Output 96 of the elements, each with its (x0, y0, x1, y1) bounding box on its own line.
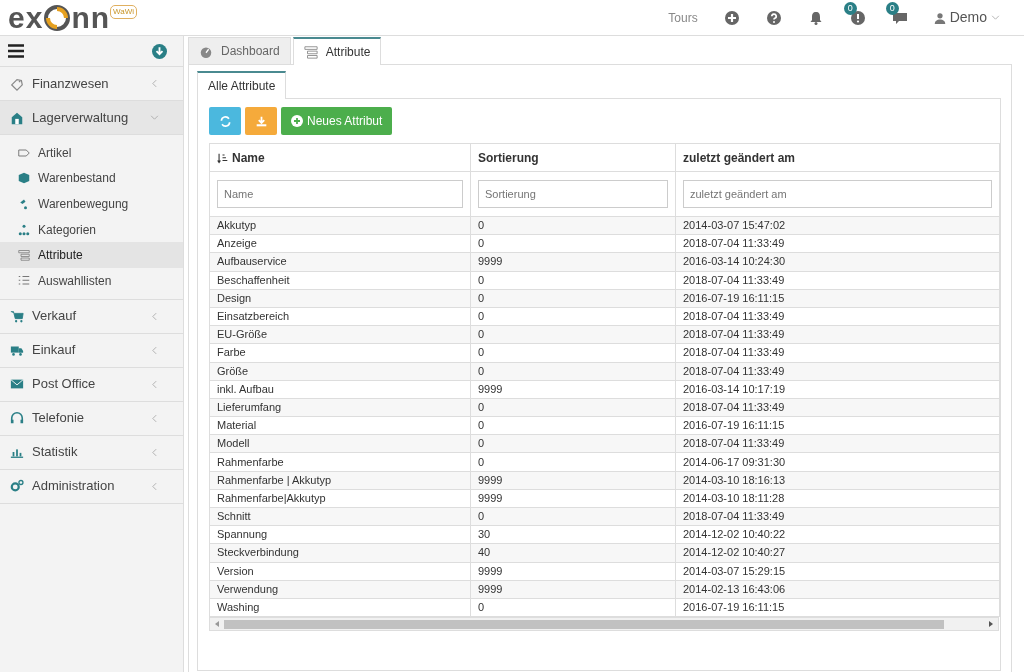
table-cell: Farbe (209, 343, 471, 362)
checklist-icon (18, 274, 30, 287)
tag-icon (18, 146, 30, 159)
tag-icon (10, 76, 24, 91)
table-cell: 0 (470, 271, 676, 290)
sidebar-subitem[interactable]: Warenbestand (0, 165, 183, 192)
headset-icon (10, 411, 24, 426)
chat-icon[interactable] (891, 10, 908, 27)
table-cell: Beschaffenheit (209, 271, 471, 290)
table-cell: 2018-07-04 11:33:49 (675, 307, 1000, 326)
chevron-icon (150, 311, 159, 321)
user-icon (933, 11, 946, 24)
column-header[interactable]: Sortierung (470, 143, 676, 172)
table-cell: 0 (470, 416, 676, 435)
download-icon[interactable] (152, 43, 167, 59)
table-cell: 9999 (470, 380, 676, 399)
table-cell: 2014-06-17 09:31:30 (675, 452, 1000, 472)
sidebar-subitem[interactable]: Kategorien (0, 216, 183, 243)
table-cell: 2016-03-14 10:17:19 (675, 380, 1000, 399)
table-cell: 0 (470, 307, 676, 326)
table-cell: 0 (470, 343, 676, 362)
add-icon (291, 115, 303, 127)
table-cell: Rahmenfarbe|Akkutyp (209, 489, 471, 508)
table-cell: 2018-07-04 11:33:49 (675, 343, 1000, 362)
logo-text: nn (71, 2, 111, 33)
sidebar-item[interactable]: Post Office (0, 367, 183, 402)
chevron-icon (150, 447, 159, 457)
house-icon (10, 110, 24, 125)
swirl-icon (43, 3, 72, 32)
count-badge: 0 (843, 1, 857, 15)
table-cell: inkl. Aufbau (209, 380, 471, 399)
logo-badge: WaWi (110, 4, 138, 19)
caret-icon (991, 13, 1000, 22)
menu-icon[interactable] (8, 44, 24, 58)
cube-icon (18, 172, 30, 185)
hierarchy-icon (18, 223, 30, 236)
table-cell: 2014-12-02 10:40:22 (675, 525, 1000, 544)
table-cell: 0 (470, 598, 676, 617)
table-cell: Version (209, 562, 471, 581)
gears-icon (10, 479, 24, 494)
user-menu[interactable]: Demo (933, 7, 1000, 28)
filter-field[interactable]: Sortierung (478, 180, 668, 208)
table-cell: 9999 (470, 489, 676, 508)
column-header[interactable]: Name (209, 143, 471, 172)
table-cell: 2014-03-07 15:29:15 (675, 562, 1000, 581)
table-cell: 9999 (470, 562, 676, 581)
filter-field[interactable]: Name (217, 180, 463, 208)
sidebar-subitem[interactable]: Attribute (0, 242, 183, 268)
table-cell: 0 (470, 234, 676, 253)
sidebar-item[interactable]: Einkauf (0, 333, 183, 368)
tab[interactable]: Attribute (292, 37, 382, 65)
chevron-icon (150, 379, 159, 389)
alert-icon[interactable] (849, 10, 866, 27)
table-cell: 0 (470, 452, 676, 472)
add-icon[interactable] (723, 9, 740, 26)
download-icon (255, 116, 267, 128)
table-cell: 2018-07-04 11:33:49 (675, 234, 1000, 253)
sidebar-item[interactable]: Administration (0, 469, 183, 504)
table-cell: 30 (470, 525, 676, 544)
chevron-icon (150, 113, 159, 122)
chevron-icon (150, 79, 159, 88)
table-cell: Rahmenfarbe (209, 452, 471, 472)
chevron-icon (150, 481, 159, 491)
scroll-right-icon[interactable] (988, 621, 994, 628)
table-cell: Anzeige (209, 234, 471, 253)
table-cell: 2016-07-19 16:11:15 (675, 598, 1000, 617)
logo-text: ex (8, 2, 44, 33)
sidebar-item[interactable]: Statistik (0, 435, 183, 470)
count-badge: 0 (885, 1, 899, 15)
sort-icon (217, 152, 228, 164)
sidebar-item[interactable]: Verkauf (0, 299, 183, 334)
filter-field[interactable]: zuletzt geändert am (683, 180, 992, 208)
sidebar-subitem[interactable]: Artikel (0, 140, 183, 166)
list-icon (303, 45, 318, 59)
table-cell: Material (209, 416, 471, 435)
chevron-icon (150, 345, 159, 355)
list-icon (18, 249, 30, 262)
sidebar-item[interactable]: Lagerverwaltung (0, 101, 183, 135)
sidebar-item[interactable]: Telefonie (0, 401, 183, 436)
table-cell: 2016-07-19 16:11:15 (675, 416, 1000, 435)
refresh-icon (219, 116, 231, 128)
tours-link[interactable]: Tours (668, 8, 698, 27)
chevron-icon (150, 413, 159, 423)
horizontal-scrollbar[interactable] (209, 617, 999, 632)
tab[interactable]: Alle Attribute (197, 71, 287, 99)
column-header[interactable]: zuletzt geändert am (675, 143, 1000, 172)
tab[interactable]: Dashboard (188, 37, 291, 64)
table-cell: 2014-03-10 18:11:28 (675, 489, 1000, 508)
table-cell: 2018-07-04 11:33:49 (675, 271, 1000, 290)
table-cell: Washing (209, 598, 471, 617)
sidebar-subitem[interactable]: Auswahllisten (0, 267, 183, 294)
cart-icon (10, 309, 24, 324)
table-cell: Spannung (209, 525, 471, 544)
sidebar-subitem[interactable]: Warenbewegung (0, 191, 183, 217)
help-icon[interactable] (765, 9, 782, 26)
table-cell: Einsatzbereich (209, 307, 471, 326)
